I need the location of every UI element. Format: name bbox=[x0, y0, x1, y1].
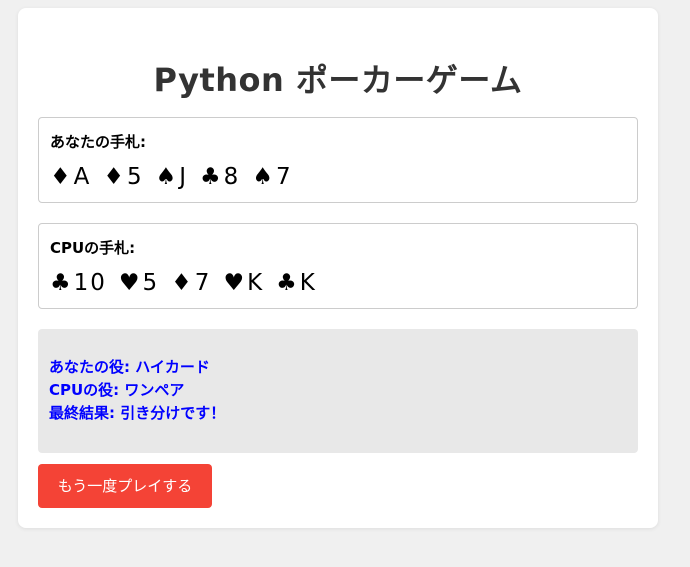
player-card-5: ♠ 7 bbox=[252, 162, 292, 192]
player-card-3: ♠ J bbox=[156, 162, 188, 192]
cpu-card-4: ♥ K bbox=[223, 268, 264, 298]
cpu-card-row: ♣ 10 ♥ 5 ♦ 7 ♥ K ♣ K bbox=[50, 268, 329, 298]
cpu-card-5: ♣ K bbox=[276, 268, 317, 298]
page-title: Python ポーカーゲーム bbox=[153, 61, 523, 99]
card-suit-icon: ♣ bbox=[200, 164, 221, 190]
card-suit-icon: ♦ bbox=[50, 164, 71, 190]
game-container: Python ポーカーゲーム あなたの手札: ♦ A ♦ 5 ♠ J ♣ 8 ♠ 7 CPUの手札… bbox=[18, 8, 658, 528]
card-rank: 5 bbox=[126, 164, 144, 190]
card-rank: 10 bbox=[73, 270, 107, 296]
player-hand-label: あなたの手札: bbox=[50, 133, 146, 151]
cpu-hand-label: CPUの手札: bbox=[50, 239, 136, 257]
player-card-row: ♦ A ♦ 5 ♠ J ♣ 8 ♠ 7 bbox=[50, 162, 305, 192]
card-suit-icon: ♦ bbox=[103, 164, 124, 190]
final-result-text: 最終結果: 引き分けです！ bbox=[49, 404, 226, 422]
card-suit-icon: ♣ bbox=[50, 270, 71, 296]
player-card-2: ♦ 5 bbox=[103, 162, 143, 192]
card-rank: K bbox=[247, 270, 265, 296]
card-rank: J bbox=[179, 164, 189, 190]
card-suit-icon: ♠ bbox=[252, 164, 273, 190]
player-role-text: あなたの役: ハイカード bbox=[49, 358, 210, 376]
card-rank: A bbox=[73, 164, 92, 190]
card-suit-icon: ♦ bbox=[171, 270, 192, 296]
cpu-card-3: ♦ 7 bbox=[171, 268, 211, 298]
card-rank: 7 bbox=[275, 164, 293, 190]
card-suit-icon: ♥ bbox=[118, 270, 140, 296]
play-again-button[interactable]: もう一度プレイする bbox=[38, 464, 212, 508]
cpu-role-text: CPUの役: ワンペア bbox=[49, 381, 185, 399]
card-suit-icon: ♥ bbox=[223, 270, 245, 296]
card-rank: K bbox=[299, 270, 317, 296]
result-panel: あなたの役: ハイカード CPUの役: ワンペア 最終結果: 引き分けです！ bbox=[38, 329, 638, 453]
card-rank: 8 bbox=[223, 164, 241, 190]
player-card-4: ♣ 8 bbox=[200, 162, 240, 192]
player-card-1: ♦ A bbox=[50, 162, 91, 192]
card-rank: 5 bbox=[142, 270, 160, 296]
cpu-card-1: ♣ 10 bbox=[50, 268, 107, 298]
cpu-card-2: ♥ 5 bbox=[119, 268, 159, 298]
player-hand-panel: あなたの手札: ♦ A ♦ 5 ♠ J ♣ 8 ♠ 7 bbox=[38, 117, 638, 203]
card-rank: 7 bbox=[194, 270, 212, 296]
cpu-hand-panel: CPUの手札: ♣ 10 ♥ 5 ♦ 7 ♥ K ♣ K bbox=[38, 223, 638, 309]
card-suit-icon: ♣ bbox=[276, 270, 297, 296]
card-suit-icon: ♠ bbox=[155, 164, 177, 190]
